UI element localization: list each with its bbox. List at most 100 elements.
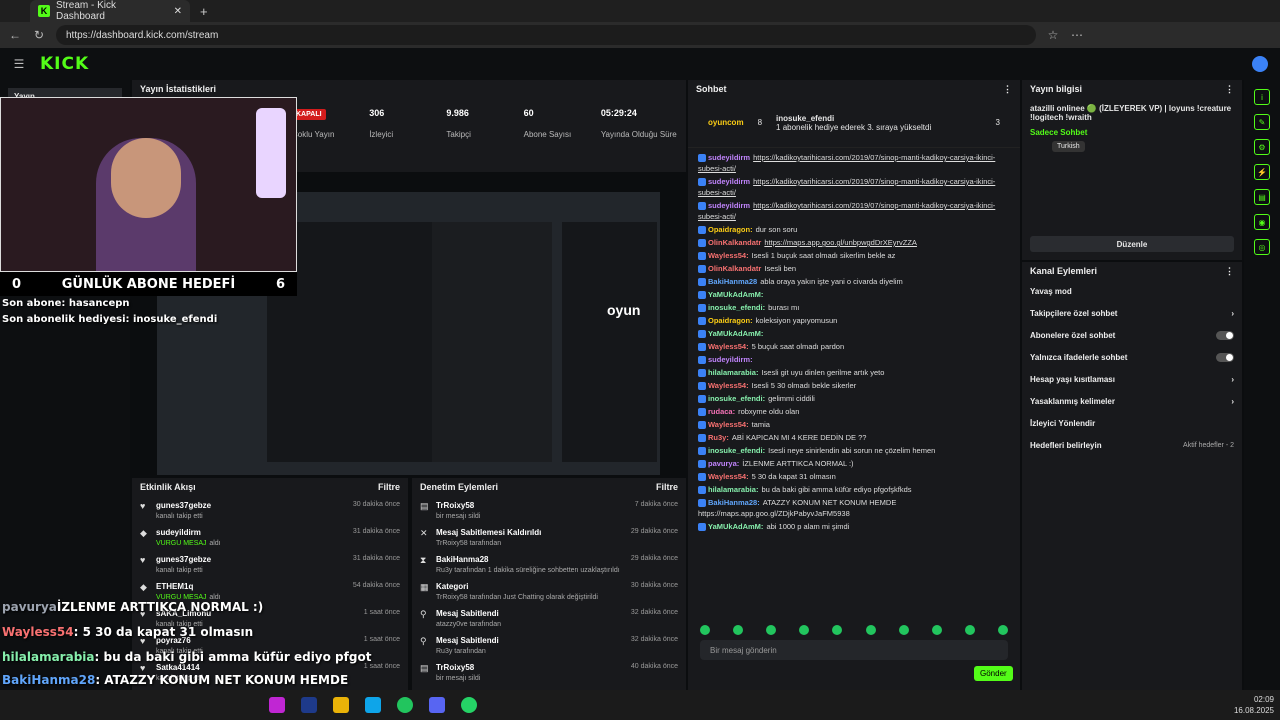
address-bar: ← ↻ https://dashboard.kick.com/stream ☆ …	[0, 22, 1280, 48]
multistream-label: Çoklu Yayın	[292, 130, 335, 139]
top-gifter: oyuncom	[708, 118, 744, 127]
stream-info-panel: Yayın bilgisi ⋮ atazilli onlinee 🟢 (İZLEY…	[1022, 80, 1242, 260]
top-count: 8	[757, 118, 763, 127]
last-sub: Son abone: hasancepn	[2, 298, 130, 309]
badge-icon	[698, 447, 706, 456]
badge-icon	[698, 265, 706, 274]
panel-title: Etkinlik Akışı	[140, 482, 196, 492]
browser-tab[interactable]: K Stream - Kick Dashboard ✕	[30, 0, 190, 22]
filter-button[interactable]: Filtre	[378, 482, 400, 492]
moderation-item: ▤ TrRoixy58 bir mesajı sildi 7 dakika önce	[420, 501, 678, 520]
close-tab-icon[interactable]: ✕	[174, 6, 182, 17]
tool-icon[interactable]: ⚙	[1254, 139, 1270, 155]
clock-date: 16.08.2025	[1233, 706, 1274, 715]
menu-icon[interactable]: ☰	[12, 57, 26, 71]
badge-icon	[698, 239, 706, 248]
broadcast-icon[interactable]: ◎	[1254, 239, 1270, 255]
settings-icon[interactable]: ⋯	[1070, 28, 1084, 42]
filter-button[interactable]: Filtre	[656, 482, 678, 492]
action-slow-mode[interactable]: Yavaş mod	[1022, 280, 1242, 302]
trash-icon[interactable]: ▤	[1254, 189, 1270, 205]
gift-text: 1 abonelik hediye ederek 3. sıraya yükse…	[776, 122, 932, 132]
lightning-icon[interactable]: ⚡	[1254, 164, 1270, 180]
panel-title: Sohbet	[696, 84, 727, 94]
chat-message: OlinKalkandatr Isesli ben	[698, 263, 1010, 274]
chat-message: sudeyildirm:	[698, 354, 1010, 365]
taskbar: 02:09 16.08.2025	[0, 690, 1280, 720]
goal-current: 0	[12, 276, 22, 292]
folder-icon[interactable]	[333, 697, 349, 713]
chat-icon[interactable]: ◉	[1254, 214, 1270, 230]
panel-title: Denetim Eylemleri	[420, 482, 499, 492]
chat-message: Wayless54: tamia	[698, 419, 1010, 430]
clock-time: 02:09	[1253, 695, 1274, 704]
stat-label: Takipçi	[446, 130, 471, 139]
panel-title: Yayın bilgisi	[1030, 84, 1083, 94]
more-icon[interactable]: ⋮	[1225, 266, 1234, 277]
whatsapp-icon[interactable]	[461, 697, 477, 713]
toggle[interactable]	[1216, 352, 1234, 362]
moderation-item: ▦ Kategori TrRoixy58 tarafından Just Chatt…	[420, 582, 678, 601]
action-goals[interactable]: Hedefleri belirleyin Aktif hedefler - 2	[1022, 434, 1242, 456]
chat-message: hilalamarabia: Isesli git uyu dinlen geri…	[698, 367, 1010, 378]
info-icon[interactable]: i	[1254, 89, 1270, 105]
goal-target: 6	[275, 276, 285, 292]
badge-icon	[698, 356, 706, 365]
more-icon[interactable]: ⋮	[1003, 84, 1012, 95]
gift-count: 3	[995, 118, 1000, 127]
panel-title: Yayın İstatistikleri	[140, 84, 217, 94]
gift-leaderboard: oyuncom 8 inosuke_efendi 1 abonelik hediy…	[688, 98, 1020, 148]
chat-message: Ru3y: ABİ KAPICAN MI 4 KERE DEDİN DE ??	[698, 432, 1010, 443]
category: Sadece Sohbet	[1030, 128, 1088, 137]
more-icon[interactable]: ⋮	[1225, 84, 1234, 95]
action-banned-words[interactable]: Yasaklanmış kelimeler ›	[1022, 390, 1242, 412]
edit-button[interactable]: Düzenle	[1030, 236, 1234, 252]
toggle[interactable]	[1216, 330, 1234, 340]
activity-item: ♥ gunes37gebze kanalı takip etti 31 dakika …	[140, 555, 400, 574]
action-raid[interactable]: İzleyici Yönlendir	[1022, 412, 1242, 434]
chat-message: Wayless54: Isesli 1 buçuk saat olmadı sik…	[698, 250, 1010, 261]
app-icon[interactable]	[269, 697, 285, 713]
pin-icon: ⚲	[420, 636, 427, 646]
avatar[interactable]	[1252, 56, 1268, 72]
chat-input[interactable]: Bir mesaj gönderin	[700, 640, 1008, 660]
favorite-icon[interactable]: ☆	[1046, 28, 1060, 42]
right-toolbar: i ✎ ⚙ ⚡ ▤ ◉ ◎	[1244, 80, 1280, 690]
moderation-item: ⚲ Mesaj Sabitlendi atazzy0ve tarafından 32 …	[420, 609, 678, 628]
chat-message: Opaidragon: dur son soru	[698, 224, 1010, 235]
send-button[interactable]: Gönder	[974, 666, 1013, 681]
reload-icon[interactable]: ↻	[32, 28, 46, 42]
badge-icon	[698, 291, 706, 300]
goal-text: GÜNLÜK ABONE HEDEFİ	[61, 276, 236, 292]
badge-icon	[698, 421, 706, 430]
activity-item: ◆ sudeyildirm VURGU MESAJ aldı 31 dakika ön…	[140, 528, 400, 547]
activity-item: ♥ gunes37gebze kanalı takip etti 30 dakika …	[140, 501, 400, 520]
premiere-icon[interactable]	[301, 697, 317, 713]
badge-icon	[698, 395, 706, 404]
url-field[interactable]: https://dashboard.kick.com/stream	[56, 25, 1036, 45]
kick-logo[interactable]: KICK	[40, 54, 89, 74]
stat-label: Abone Sayısı	[523, 130, 572, 139]
new-tab-icon[interactable]: +	[200, 4, 208, 19]
edge-icon[interactable]	[365, 697, 381, 713]
back-icon[interactable]: ←	[8, 28, 22, 42]
overlay-chat-line: BakiHanma28: ATAZZY KONUM NET KONUM HEMD…	[2, 673, 349, 687]
channel-actions-panel: Kanal Eylemleri ⋮ Yavaş mod Takipçilere ö…	[1022, 262, 1242, 690]
action-subs-only[interactable]: Abonelere özel sohbet	[1022, 324, 1242, 346]
stat-label: Yayında Olduğu Süre	[600, 130, 677, 139]
badge-icon	[698, 408, 706, 417]
badge-icon	[698, 304, 706, 313]
discord-icon[interactable]	[429, 697, 445, 713]
heart-icon: ♥	[140, 501, 146, 511]
badge-icon	[698, 486, 706, 495]
spotify-icon[interactable]	[397, 697, 413, 713]
chat-message: pavurya: İZLENME ARTTIKCA NORMAL :)	[698, 458, 1010, 469]
action-followers-only[interactable]: Takipçilere özel sohbet ›	[1022, 302, 1242, 324]
action-account-age[interactable]: Hesap yaşı kısıtlaması ›	[1022, 368, 1242, 390]
edit-icon[interactable]: ✎	[1254, 114, 1270, 130]
action-emote-only[interactable]: Yalnızca ifadelerle sohbet	[1022, 346, 1242, 368]
badge-icon	[698, 154, 706, 163]
moderation-item: ▤ TrRoixy58 bir mesajı sildi 40 dakika önce	[420, 663, 678, 682]
chat-message: Wayless54: Isesli 5 30 olmadı bekle siker…	[698, 380, 1010, 391]
unpin-icon: ✕	[420, 528, 428, 538]
